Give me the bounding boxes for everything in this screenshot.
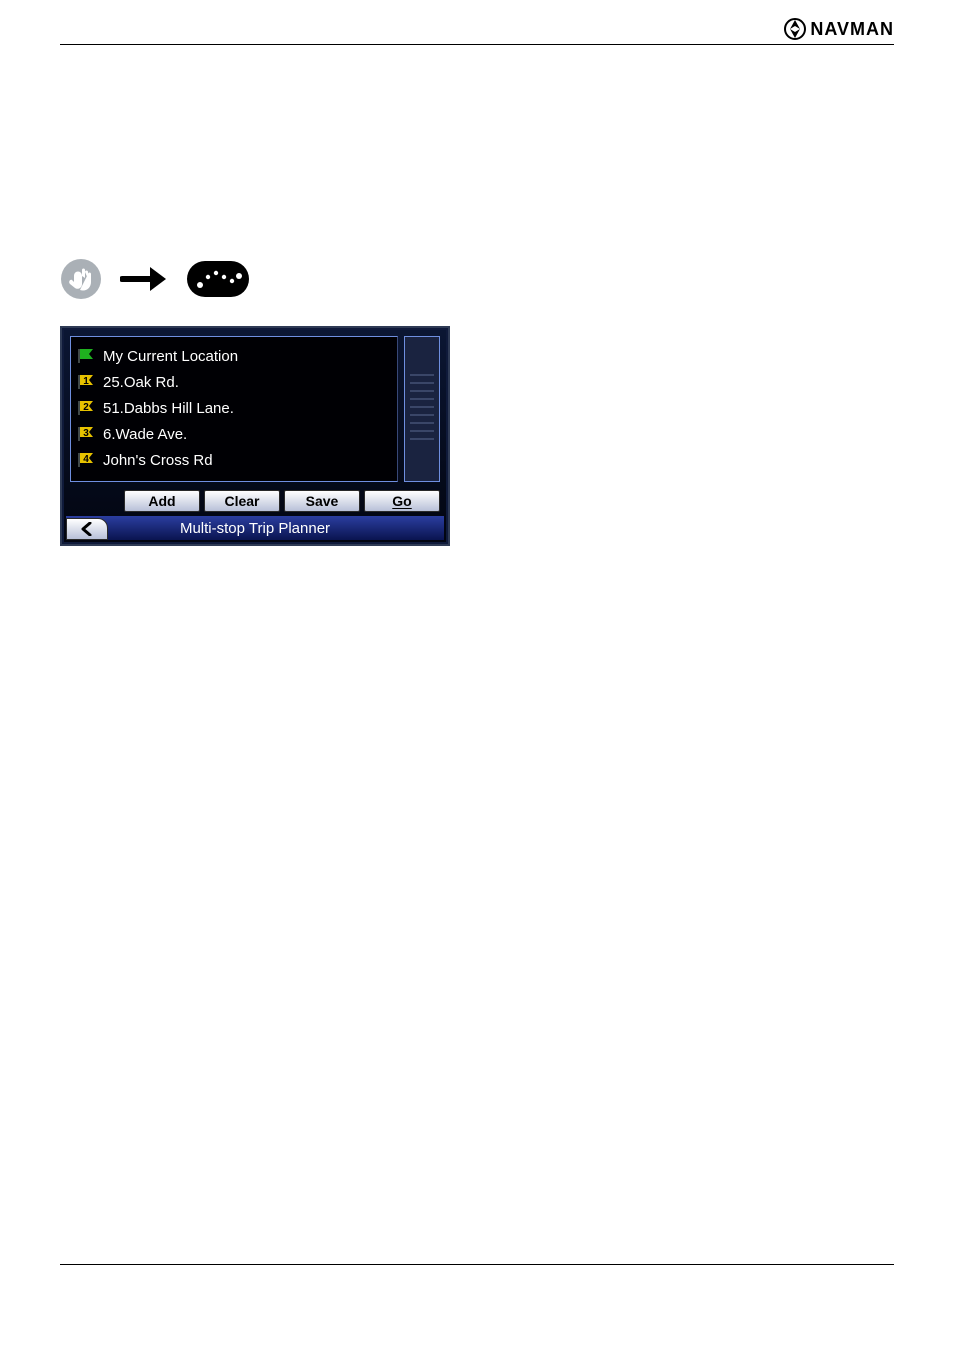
flag-stop-icon: 2 (77, 400, 95, 416)
tap-icon (60, 258, 102, 300)
flag-stop-icon: 4 (77, 452, 95, 468)
list-item[interactable]: 1 25.Oak Rd. (77, 369, 391, 395)
arrow-right-icon (120, 265, 168, 293)
list-item-label: My Current Location (103, 348, 238, 365)
scrollbar-thumb-icon (410, 374, 434, 444)
multistop-icon (186, 260, 250, 298)
list-item[interactable]: 3 6.Wade Ave. (77, 421, 391, 447)
button-label: Add (148, 493, 175, 509)
trip-list-pane: My Current Location 1 25.Oak Rd. (70, 336, 398, 482)
list-item[interactable]: My Current Location (77, 343, 391, 369)
save-button[interactable]: Save (284, 490, 360, 512)
list-item-label: 51.Dabbs Hill Lane. (103, 400, 234, 417)
button-label: Save (306, 493, 339, 509)
scrollbar[interactable] (404, 336, 440, 482)
list-item[interactable]: 2 51.Dabbs Hill Lane. (77, 395, 391, 421)
brand-logo: NAVMAN (784, 18, 894, 40)
header-rule (60, 44, 894, 45)
button-label: Clear (224, 493, 259, 509)
flag-stop-icon: 3 (77, 426, 95, 442)
list-item-label: 6.Wade Ave. (103, 426, 187, 443)
clear-button[interactable]: Clear (204, 490, 280, 512)
add-button[interactable]: Add (124, 490, 200, 512)
list-item-label: John's Cross Rd (103, 452, 213, 469)
titlebar-text: Multi-stop Trip Planner (180, 520, 330, 537)
button-label: Go (392, 493, 411, 509)
brand-name: NAVMAN (810, 19, 894, 40)
flag-stop-icon: 1 (77, 374, 95, 390)
navman-mark-icon (784, 18, 806, 40)
back-button[interactable] (66, 518, 108, 540)
footer-rule (60, 1264, 894, 1265)
chevron-left-icon (79, 522, 95, 536)
device-screenshot: My Current Location 1 25.Oak Rd. (60, 326, 450, 546)
list-item[interactable]: 4 John's Cross Rd (77, 447, 391, 473)
go-button[interactable]: Go (364, 490, 440, 512)
titlebar: Multi-stop Trip Planner (66, 516, 444, 540)
list-item-label: 25.Oak Rd. (103, 374, 179, 391)
button-row: Add Clear Save Go (124, 490, 440, 512)
icon-sequence (60, 258, 250, 300)
flag-start-icon (77, 348, 95, 364)
